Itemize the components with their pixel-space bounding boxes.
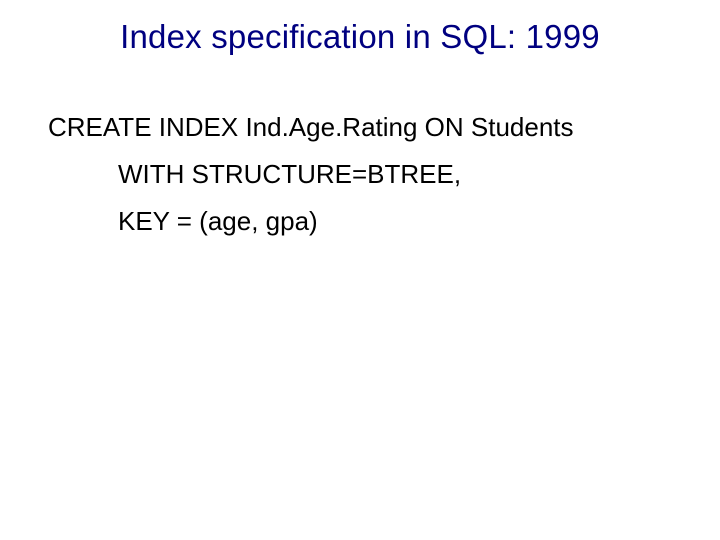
slide-title: Index specification in SQL: 1999 (0, 18, 720, 56)
code-line-1: CREATE INDEX Ind.Age.Rating ON Students (48, 108, 672, 147)
code-line-2: WITH STRUCTURE=BTREE, (118, 155, 672, 194)
slide-body: CREATE INDEX Ind.Age.Rating ON Students … (48, 108, 672, 241)
code-line-3: KEY = (age, gpa) (118, 202, 672, 241)
slide: Index specification in SQL: 1999 CREATE … (0, 0, 720, 540)
